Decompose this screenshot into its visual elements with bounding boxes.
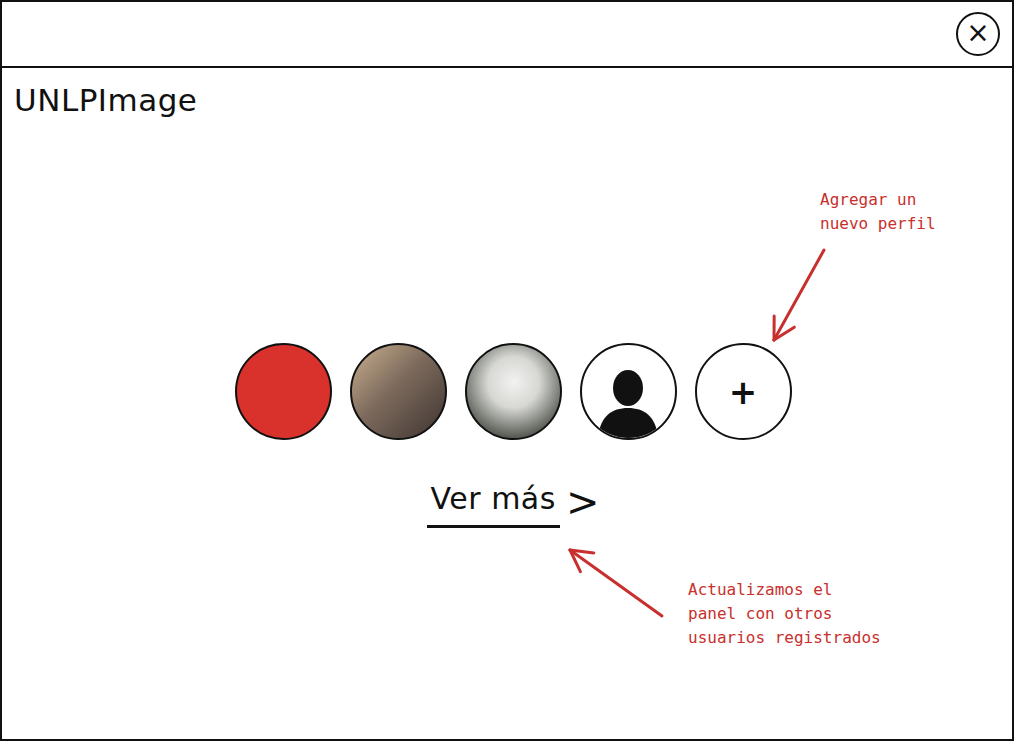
annotation-line: panel con otros — [688, 602, 881, 626]
profile-avatar[interactable] — [580, 343, 677, 440]
app-title: UNLPImage — [2, 68, 1012, 119]
profile-avatar[interactable] — [465, 343, 562, 440]
annotation-line: usuarios registrados — [688, 626, 881, 650]
profile-list: + — [2, 119, 1012, 440]
close-button[interactable]: × — [956, 12, 1000, 56]
app-window: × UNLPImage + Ver más> Agregar unnuevo perfi… — [0, 0, 1014, 741]
arrows-icon — [2, 68, 1012, 737]
chevron-icon[interactable]: > — [566, 482, 600, 522]
person-icon — [588, 358, 668, 438]
profile-avatar[interactable] — [350, 343, 447, 440]
profile-avatar[interactable] — [235, 343, 332, 440]
annotation: Agregar unnuevo perfil — [820, 188, 936, 236]
more-row: Ver más> — [2, 476, 1012, 528]
main-panel: UNLPImage + Ver más> Agregar unnuevo perfil… — [2, 68, 1012, 737]
add-profile-button[interactable]: + — [695, 343, 792, 440]
title-bar: × — [2, 2, 1012, 68]
more-link[interactable]: Ver más — [427, 476, 560, 528]
annotation-line: Actualizamos el — [688, 578, 881, 602]
annotation: Actualizamos elpanel con otrosusuarios r… — [688, 578, 881, 650]
annotation-line: Agregar un — [820, 188, 936, 212]
annotation-line: nuevo perfil — [820, 212, 936, 236]
